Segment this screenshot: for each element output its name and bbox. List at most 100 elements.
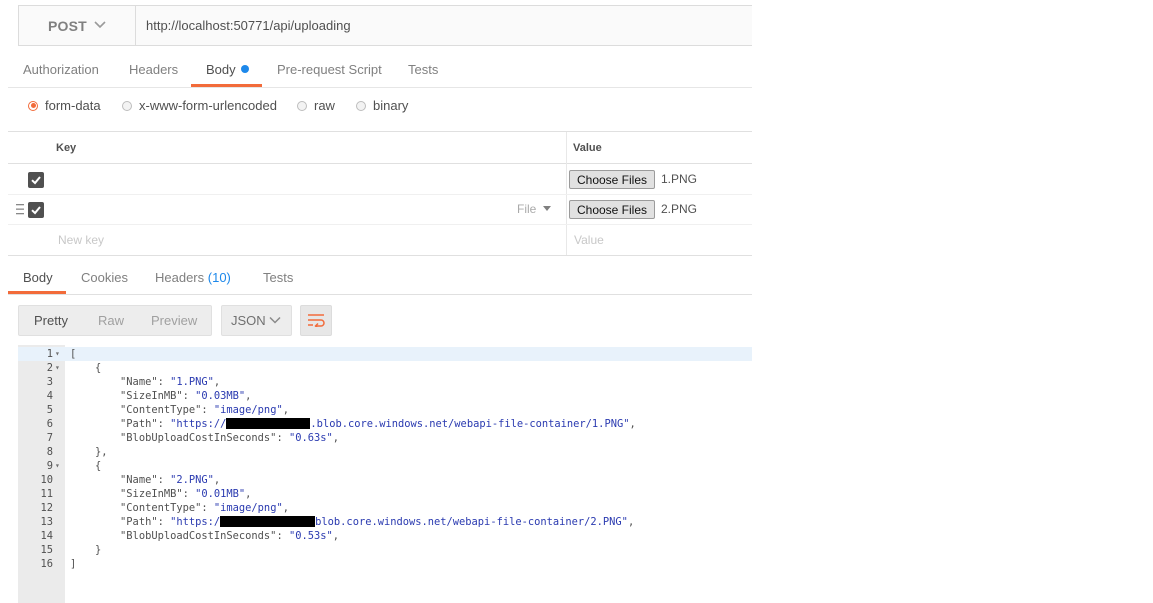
radio-icon (356, 100, 366, 111)
code-line: 9 ▾ { (18, 459, 752, 473)
tab-response-headers[interactable]: Headers (10) (155, 270, 231, 285)
code-text: "BlobUploadCostInSeconds": "0.53s", (120, 530, 340, 542)
row-enabled-checkbox[interactable] (28, 172, 44, 188)
code-line: 14 "BlobUploadCostInSeconds": "0.53s", (18, 529, 752, 543)
code-text: }, (70, 446, 108, 458)
radio-icon (297, 100, 307, 111)
code-line: 16] (18, 557, 752, 571)
code-line: 2 ▾ { (18, 361, 752, 375)
tab-tests[interactable]: Tests (408, 62, 438, 77)
row-enabled-checkbox[interactable] (28, 202, 44, 218)
line-number: 8 (46, 446, 53, 458)
tab-prerequest-script[interactable]: Pre-request Script (277, 62, 382, 77)
raw-button[interactable]: Raw (98, 313, 124, 328)
json-key: "ContentType" (120, 502, 202, 514)
line-number: 13 (40, 516, 53, 528)
code-line: 5 "ContentType": "image/png", (18, 403, 752, 417)
json-string-value: "0.63s" (288, 432, 333, 444)
tab-response-body[interactable]: Body (23, 270, 53, 285)
code-text: { (70, 460, 102, 472)
response-tabs: Body Cookies Headers (10) Tests (8, 262, 752, 295)
line-number: 7 (46, 432, 53, 444)
json-string-value: "image/png" (213, 502, 283, 514)
tab-response-headers-label: Headers (155, 270, 205, 285)
json-key: "Path" (120, 516, 158, 528)
tab-cookies[interactable]: Cookies (81, 270, 128, 285)
format-dropdown[interactable]: JSON (221, 305, 292, 336)
line-number: 14 (40, 530, 53, 542)
code-line: 6 "Path": "https://.blob.core.windows.ne… (18, 417, 752, 431)
choose-files-button[interactable]: Choose Files (569, 170, 655, 189)
radio-binary[interactable]: binary (356, 98, 408, 113)
code-text: "Name": "1.PNG", (120, 376, 221, 388)
table-row: File Choose Files 2.PNG (8, 195, 752, 225)
code-text: "Path": "https:/blob.core.windows.net/we… (120, 516, 635, 528)
line-number: 4 (46, 390, 53, 402)
drag-handle-icon[interactable] (16, 204, 24, 215)
table-row: Choose Files 1.PNG (8, 165, 752, 195)
json-string-value: "https://.blob.core.windows.net/webapi-f… (170, 418, 630, 430)
json-string-value: "0.53s" (288, 530, 333, 542)
new-value-input[interactable]: Value (574, 233, 604, 247)
value-column-header: Value (573, 142, 602, 154)
code-text: "SizeInMB": "0.03MB", (120, 390, 252, 402)
code-line: 12 "ContentType": "image/png", (18, 501, 752, 515)
table-row-new: New key Value (8, 225, 752, 254)
view-mode-group: Pretty Raw Preview (18, 305, 212, 336)
modified-dot-icon (240, 65, 249, 73)
radio-raw[interactable]: raw (297, 98, 335, 113)
dropdown-arrow-icon (543, 206, 552, 211)
tab-body[interactable]: Body (206, 62, 249, 77)
checkmark-icon (31, 176, 41, 185)
line-number: 9 (46, 460, 53, 472)
url-input[interactable]: http://localhost:50771/api/uploading (146, 18, 351, 33)
line-number: 3 (46, 376, 53, 388)
fold-toggle-icon[interactable]: ▾ (55, 347, 60, 361)
tab-headers[interactable]: Headers (129, 62, 178, 77)
fold-toggle-icon[interactable]: ▾ (55, 361, 60, 375)
radio-selected-icon (28, 100, 38, 111)
code-line: 3 "Name": "1.PNG", (18, 375, 752, 389)
request-url-bar: POST http://localhost:50771/api/uploadin… (18, 5, 752, 46)
code-text: [ (70, 348, 77, 360)
json-key: "Path" (120, 418, 158, 430)
code-text: { (70, 362, 102, 374)
selected-file-name: 2.PNG (661, 202, 698, 216)
json-key: "SizeInMB" (120, 390, 183, 402)
chevron-down-icon (94, 21, 106, 29)
postman-request-panel: POST http://localhost:50771/api/uploadin… (8, 0, 752, 603)
tab-body-label: Body (206, 62, 236, 77)
method-selector[interactable]: POST (19, 6, 136, 45)
json-string-value: "0.01MB" (195, 488, 246, 500)
wrap-lines-button[interactable] (300, 305, 332, 336)
tab-authorization[interactable]: Authorization (23, 62, 99, 77)
json-key: "ContentType" (120, 404, 202, 416)
preview-button[interactable]: Preview (151, 313, 197, 328)
json-string-value: "https:/blob.core.windows.net/webapi-fil… (170, 516, 628, 528)
radio-form-data-label: form-data (45, 98, 101, 113)
radio-raw-label: raw (314, 98, 335, 113)
tab-test-results[interactable]: Tests (263, 270, 293, 285)
new-key-input[interactable]: New key (58, 233, 104, 247)
fold-toggle-icon[interactable]: ▾ (55, 459, 60, 473)
response-toolbar: Pretty Raw Preview JSON (18, 305, 748, 336)
line-number: 11 (40, 488, 53, 500)
line-number: 16 (40, 558, 53, 570)
response-body-viewer[interactable]: 1 ▾[2 ▾ {3 "Name": "1.PNG", 4 "SizeInMB": "… (18, 345, 752, 603)
form-data-table: Key Value Choose Files 1.PNG File Choose… (8, 131, 752, 256)
pretty-button[interactable]: Pretty (34, 313, 68, 328)
active-tab-indicator (191, 84, 262, 87)
selected-file-name: 1.PNG (661, 172, 698, 186)
code-line: 15 } (18, 543, 752, 557)
method-label: POST (48, 18, 87, 34)
code-line: 13 "Path": "https:/blob.core.windows.net… (18, 515, 752, 529)
checkmark-icon (31, 206, 41, 215)
radio-urlencoded[interactable]: x-www-form-urlencoded (122, 98, 277, 113)
key-type-dropdown[interactable]: File (517, 202, 552, 216)
active-tab-indicator (8, 291, 66, 294)
choose-files-button[interactable]: Choose Files (569, 200, 655, 219)
radio-form-data[interactable]: form-data (28, 98, 101, 113)
code-text: } (70, 544, 102, 556)
line-number: 12 (40, 502, 53, 514)
code-text: "BlobUploadCostInSeconds": "0.63s", (120, 432, 340, 444)
